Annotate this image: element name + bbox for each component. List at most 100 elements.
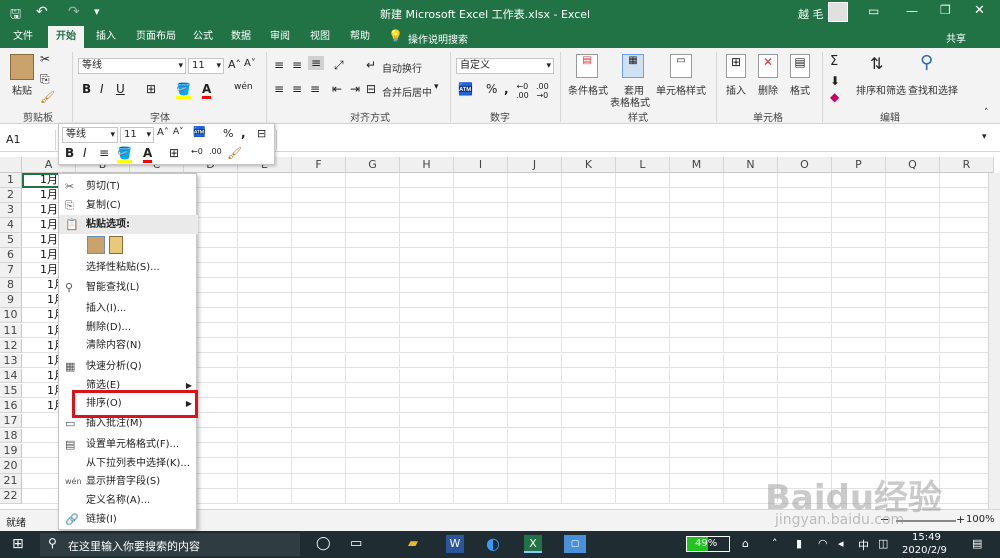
paste-icon[interactable] [10, 54, 34, 80]
taskbar-search[interactable]: ⚲ 在这里输入你要搜索的内容 [40, 533, 300, 556]
grid-cell[interactable] [832, 203, 886, 218]
grid-cell[interactable] [400, 489, 454, 504]
grid-cell[interactable] [508, 188, 562, 203]
grid-cell[interactable] [292, 218, 346, 233]
grid-cell[interactable] [292, 353, 346, 369]
grid-cell[interactable] [940, 218, 994, 233]
grid-cell[interactable] [616, 383, 670, 399]
grid-cell[interactable] [670, 323, 724, 339]
grid-cell[interactable] [346, 248, 400, 263]
grid-cell[interactable] [778, 308, 832, 324]
grid-cell[interactable] [292, 173, 346, 188]
fill-color-icon[interactable]: 🪣 [176, 82, 191, 99]
grid-cell[interactable] [832, 383, 886, 399]
grid-cell[interactable] [400, 323, 454, 339]
grid-cell[interactable] [346, 489, 400, 504]
grid-cell[interactable] [886, 248, 940, 263]
grid-cell[interactable] [292, 293, 346, 308]
grid-cell[interactable] [454, 188, 508, 203]
align-center-icon[interactable]: ≡ [292, 82, 302, 96]
grid-cell[interactable] [616, 293, 670, 308]
grid-cell[interactable] [832, 263, 886, 278]
grid-cell[interactable] [724, 173, 778, 188]
grid-cell[interactable] [238, 248, 292, 263]
grid-cell[interactable] [724, 353, 778, 369]
grid-cell[interactable] [562, 233, 616, 248]
grid-cell[interactable] [292, 474, 346, 489]
grid-cell[interactable] [400, 398, 454, 414]
grid-cell[interactable] [832, 338, 886, 354]
grid-cell[interactable] [508, 248, 562, 263]
grid-cell[interactable] [400, 458, 454, 474]
column-header[interactable]: K [562, 157, 616, 173]
grid-cell[interactable] [454, 293, 508, 308]
grid-cell[interactable] [616, 203, 670, 218]
grid-cell[interactable] [832, 293, 886, 308]
grid-cell[interactable] [886, 173, 940, 188]
grid-cell[interactable] [400, 368, 454, 384]
grid-cell[interactable] [562, 323, 616, 339]
clock-time[interactable]: 15:49 [912, 532, 941, 543]
decrease-indent-icon[interactable]: ⇤ [332, 82, 342, 96]
grid-cell[interactable] [616, 458, 670, 474]
tab-formulas[interactable]: 公式 [186, 26, 220, 48]
grid-cell[interactable] [886, 428, 940, 444]
grid-cell[interactable] [292, 308, 346, 324]
redo-icon[interactable]: ↷ [68, 4, 80, 20]
grid-cell[interactable] [562, 338, 616, 354]
align-left-icon[interactable]: ≡ [274, 82, 284, 96]
grid-cell[interactable] [778, 338, 832, 354]
grid-cell[interactable] [832, 443, 886, 459]
menu-paste-special[interactable]: 选择性粘贴(S)... [59, 258, 198, 277]
grid-cell[interactable] [940, 293, 994, 308]
grid-cell[interactable] [940, 428, 994, 444]
grid-cell[interactable] [832, 278, 886, 293]
grid-cell[interactable] [670, 383, 724, 399]
conditional-format-button[interactable]: 条件格式 [568, 82, 608, 97]
grid-cell[interactable] [238, 338, 292, 354]
percent-icon[interactable]: % [223, 127, 233, 140]
grid-cell[interactable] [832, 368, 886, 384]
grid-cell[interactable] [616, 353, 670, 369]
zoom-level[interactable]: 100% [966, 514, 995, 525]
grid-cell[interactable] [670, 428, 724, 444]
grid-cell[interactable] [454, 398, 508, 414]
column-header[interactable]: F [292, 157, 346, 173]
row-header[interactable]: 4 [0, 218, 22, 233]
grid-cell[interactable] [940, 368, 994, 384]
grid-cell[interactable] [940, 474, 994, 489]
grid-cell[interactable] [940, 308, 994, 324]
menu-format-cells[interactable]: ▤ 设置单元格格式(F)... [59, 435, 198, 454]
grid-cell[interactable] [292, 489, 346, 504]
grid-cell[interactable] [670, 263, 724, 278]
grid-cell[interactable] [778, 233, 832, 248]
grid-cell[interactable] [454, 218, 508, 233]
increase-decimal-icon[interactable]: ←0 [191, 147, 203, 156]
paste-option-values-icon[interactable] [109, 236, 123, 254]
decrease-decimal-icon[interactable]: .00 →0 [536, 82, 549, 100]
format-table-label-2[interactable]: 表格格式 [610, 94, 650, 109]
grid-cell[interactable] [724, 293, 778, 308]
grid-cell[interactable] [292, 413, 346, 429]
grid-cell[interactable] [454, 474, 508, 489]
grid-cell[interactable] [562, 398, 616, 414]
select-all-corner[interactable] [0, 157, 22, 173]
find-select-button[interactable]: 查找和选择 [908, 82, 958, 97]
italic-icon[interactable]: I [83, 146, 87, 160]
grid-cell[interactable] [832, 308, 886, 324]
grid-cell[interactable] [940, 383, 994, 399]
grid-cell[interactable] [292, 383, 346, 399]
zoom-slider[interactable] [896, 520, 956, 522]
grid-cell[interactable] [400, 173, 454, 188]
grid-cell[interactable] [508, 428, 562, 444]
grid-cell[interactable] [778, 278, 832, 293]
align-center-icon[interactable]: ≡ [99, 146, 109, 160]
grid-cell[interactable] [454, 458, 508, 474]
grid-cell[interactable] [292, 428, 346, 444]
notification-icon[interactable]: ▤ [972, 537, 982, 550]
grid-cell[interactable] [670, 368, 724, 384]
grid-cell[interactable] [940, 278, 994, 293]
column-header[interactable]: R [940, 157, 994, 173]
currency-icon[interactable]: 🏧 [458, 82, 473, 96]
shrink-font-icon[interactable]: A˅ [244, 58, 256, 69]
